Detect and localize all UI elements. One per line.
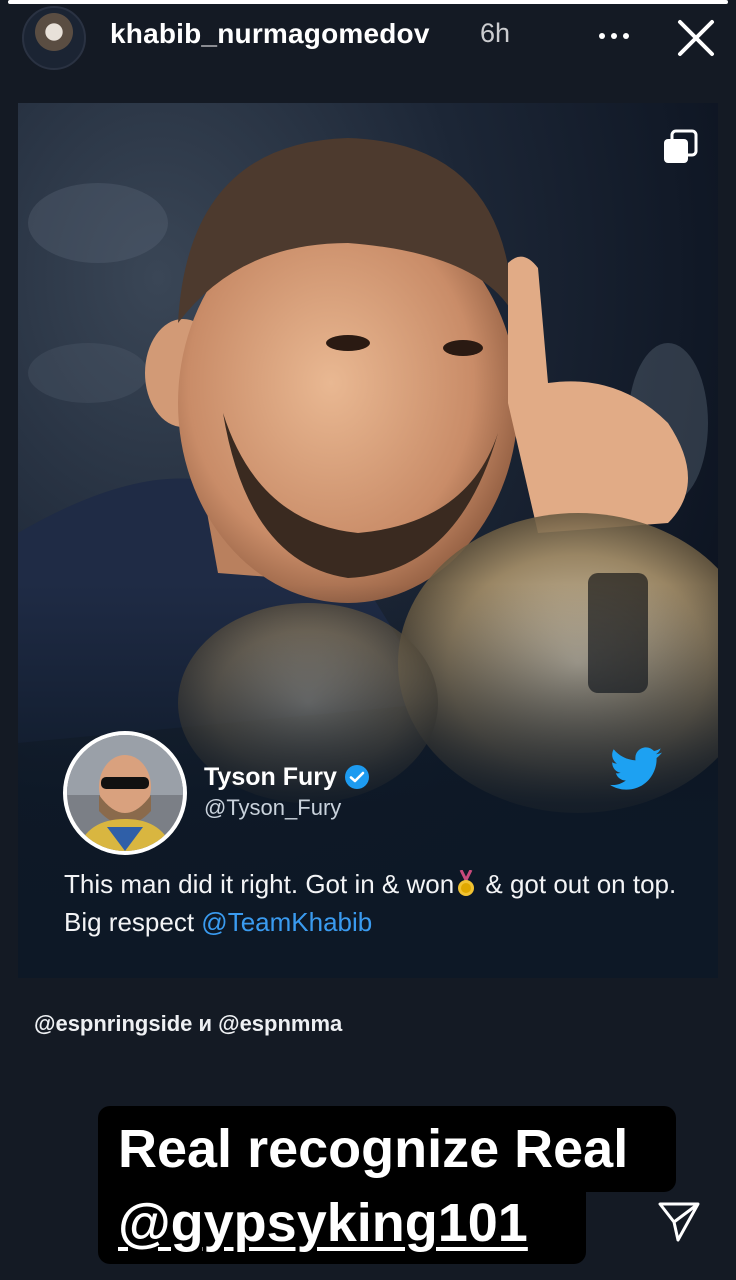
shared-post-card[interactable]: Tyson Fury @Tyson_Fury This man did it r… (18, 103, 718, 978)
tweet-text-part1: This man did it right. Got in & won (64, 869, 455, 899)
medal-emoji-icon (458, 870, 475, 896)
post-time: 6h (480, 18, 511, 48)
credit-text: @espnringside и @espnmma (34, 1011, 343, 1036)
tweet-author-avatar (63, 731, 187, 855)
username[interactable]: khabib_nurmagomedov (110, 18, 430, 50)
tweet-author-name: Tyson Fury (204, 763, 337, 791)
user-avatar[interactable] (22, 6, 86, 70)
tweet-text: This man did it right. Got in & won & go… (64, 865, 684, 941)
tweet-mention-link[interactable]: @TeamKhabib (201, 907, 372, 937)
story-header: khabib_nurmagomedov 6h (0, 0, 736, 76)
caption-text-line1: Real recognize Real (118, 1119, 629, 1179)
caption-mention-link[interactable]: @gypsyking101 (118, 1192, 528, 1254)
close-icon[interactable] (672, 14, 720, 62)
twitter-bird-icon (610, 747, 662, 790)
multiple-images-icon (664, 129, 698, 163)
verified-badge-icon (345, 765, 369, 789)
more-options-icon[interactable] (596, 26, 640, 50)
tweet-author-handle: @Tyson_Fury (204, 795, 342, 820)
send-icon[interactable] (656, 1198, 702, 1244)
